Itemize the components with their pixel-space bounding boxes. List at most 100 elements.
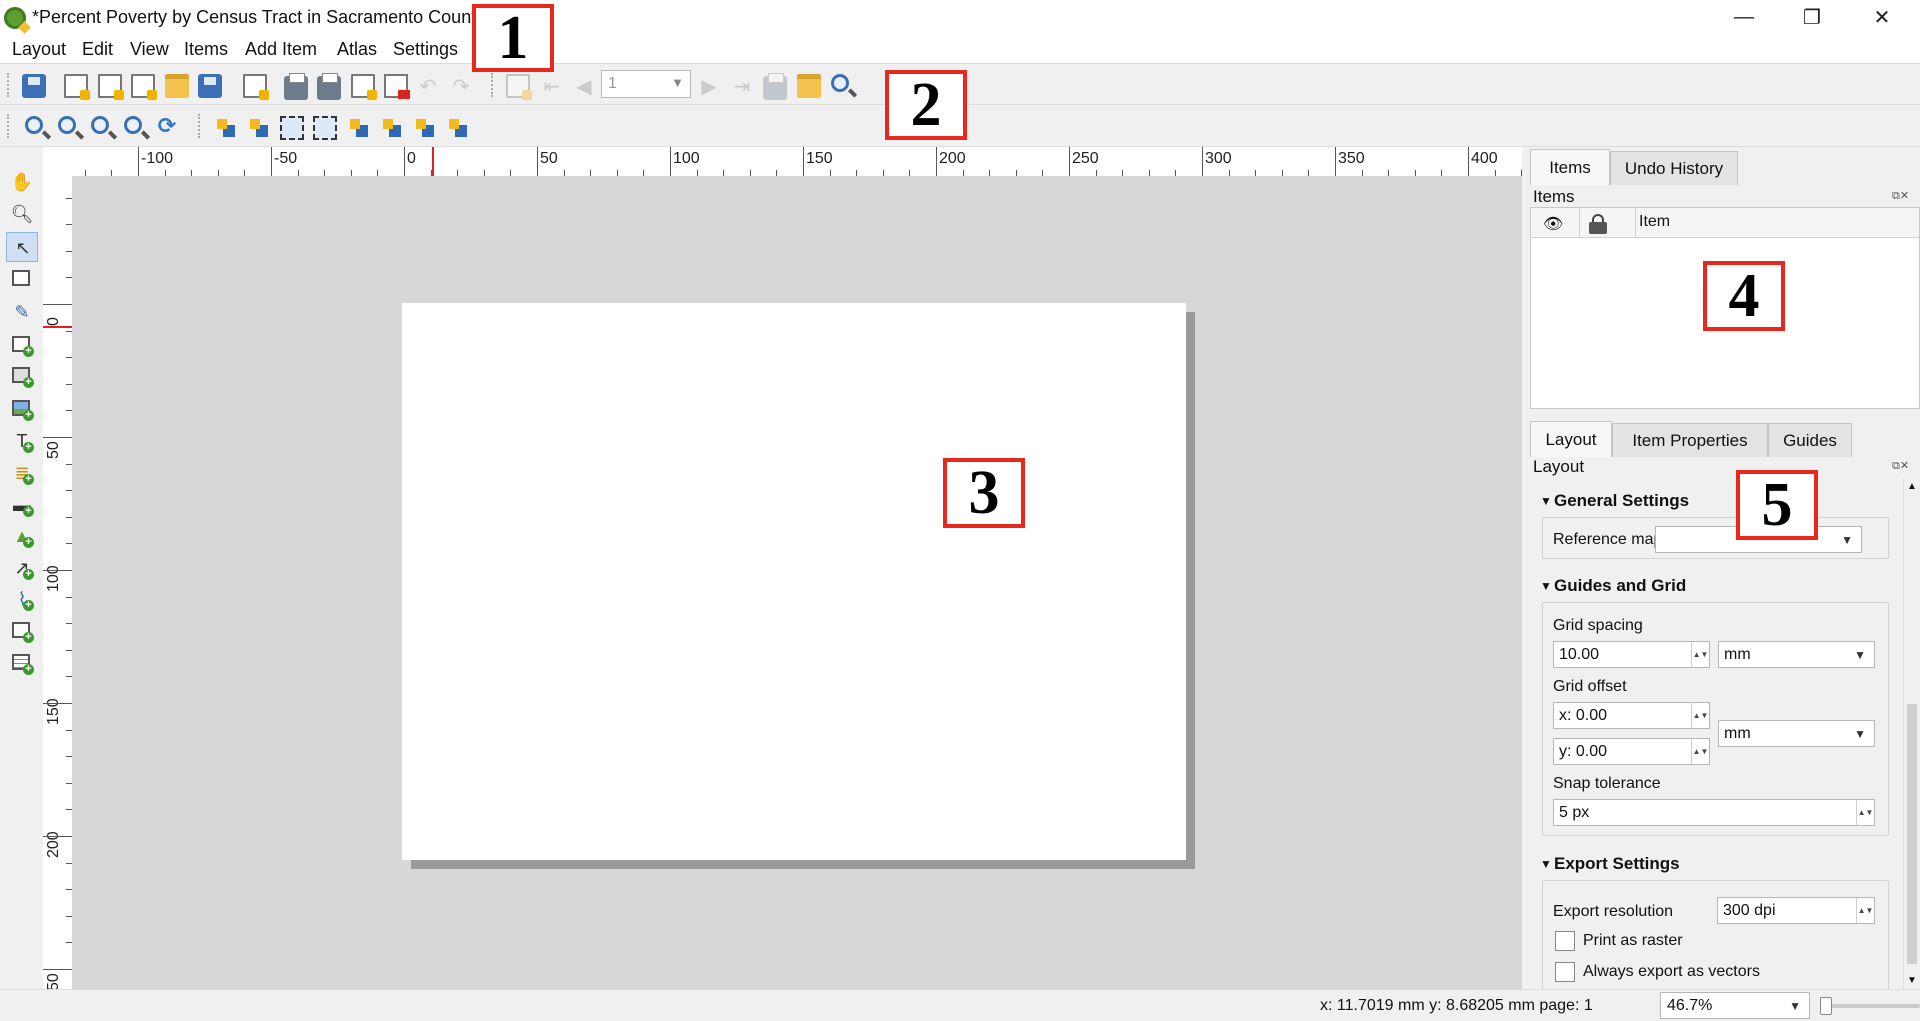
properties-scrollbar[interactable]: ▲ ▼ [1903,479,1920,989]
zoom-tool[interactable]: 🔍︎ [10,202,34,226]
restore-button[interactable]: ❐ [1778,0,1846,34]
raise-items-icon[interactable] [346,115,370,139]
spinbox-arrows-icon[interactable]: ▲▼ [1691,642,1709,667]
lock-icon[interactable] [1589,214,1607,234]
add-label-tool[interactable]: T + [10,429,34,453]
vertical-ruler[interactable]: 0 50 100 150 200 50 [43,176,72,989]
tab-item-properties[interactable]: Item Properties [1612,423,1768,457]
select-move-tool[interactable]: ↖ [6,232,38,262]
export-pdf-icon[interactable] [384,74,410,99]
minimize-button[interactable]: — [1710,0,1778,34]
previous-feature-icon[interactable]: ◀ [572,74,596,98]
eye-icon[interactable]: 👁︎ [1543,214,1563,234]
atlas-page-combo[interactable]: 1 ▼ [601,70,691,98]
grid-offset-x-input[interactable]: x: 0.00 ▲▼ [1553,702,1710,729]
last-feature-icon[interactable]: ⇥ [730,74,754,98]
pan-layout-tool[interactable]: ✋ [10,170,34,194]
page-setup-icon[interactable] [243,74,269,100]
general-settings-header[interactable]: General Settings [1554,491,1689,511]
add-shape-tool[interactable]: ▲ + [10,524,34,548]
scrollbar-thumb[interactable] [1907,704,1917,964]
export-settings-header[interactable]: Export Settings [1554,854,1680,874]
zoom-in-icon[interactable] [25,116,43,134]
tab-guides[interactable]: Guides [1768,423,1852,457]
refresh-icon[interactable]: ⟳ [155,113,179,138]
ungroup-items-icon[interactable] [313,116,337,140]
add-picture-tool[interactable]: + [10,397,34,421]
align-left-icon[interactable] [379,115,403,139]
collapse-triangle-icon[interactable]: ▼ [1540,579,1552,593]
add-legend-tool[interactable]: ≣ + [10,461,34,485]
tab-items[interactable]: Items [1530,149,1610,185]
atlas-preview-icon[interactable] [506,74,532,100]
float-close-icons[interactable]: ⧉✕ [1892,459,1909,473]
tab-layout[interactable]: Layout [1530,421,1612,457]
zoom-combo[interactable]: 46.7% ▼ [1660,992,1810,1019]
collapse-triangle-icon[interactable]: ▼ [1540,494,1552,508]
menu-view[interactable]: View [130,39,169,60]
export-atlas-icon[interactable] [797,74,821,98]
menu-edit[interactable]: Edit [82,39,113,60]
add-scalebar-tool[interactable]: ▬ + [10,493,34,517]
first-feature-icon[interactable]: ⇤ [540,74,564,98]
layout-page[interactable] [402,303,1186,860]
print-as-raster-checkbox[interactable] [1555,931,1575,951]
save-icon[interactable] [22,74,46,98]
grid-spacing-unit-combo[interactable]: mm ▼ [1718,641,1875,668]
toolbar-grip[interactable] [198,114,202,138]
resize-icon[interactable] [445,115,469,139]
undo-icon[interactable]: ↶ [416,74,440,98]
zoom-actual-icon[interactable] [91,116,109,134]
toolbar-grip[interactable] [7,73,11,97]
menu-add-item[interactable]: Add Item [245,39,317,60]
print-icon[interactable] [284,73,308,100]
add-3d-map-tool[interactable]: + [10,364,34,388]
open-template-icon[interactable] [165,74,189,98]
close-button[interactable]: ✕ [1848,0,1916,34]
grid-spacing-input[interactable]: 10.00 ▲▼ [1553,641,1710,668]
menu-items[interactable]: Items [184,39,228,60]
float-close-icons[interactable]: ⧉✕ [1892,189,1909,203]
always-export-vectors-checkbox[interactable] [1555,962,1575,982]
spinbox-arrows-icon[interactable]: ▲▼ [1856,800,1874,825]
add-attribute-table-tool[interactable]: + [10,651,34,675]
zoom-slider[interactable] [1820,997,1920,1015]
add-node-item-tool[interactable]: ⌇ + [10,587,34,611]
menu-layout[interactable]: Layout [12,39,66,60]
snap-tolerance-input[interactable]: 5 px ▲▼ [1553,799,1875,826]
spinbox-arrows-icon[interactable]: ▲▼ [1856,898,1874,923]
atlas-settings-icon[interactable] [831,74,849,92]
distribute-icon[interactable] [412,115,436,139]
menu-atlas[interactable]: Atlas [337,39,377,60]
collapse-triangle-icon[interactable]: ▼ [1540,857,1552,871]
grid-offset-y-input[interactable]: y: 0.00 ▲▼ [1553,738,1710,765]
lock-items-icon[interactable] [213,115,237,139]
group-items-icon[interactable] [280,116,304,140]
export-image-icon[interactable] [317,73,341,100]
scroll-down-icon[interactable]: ▼ [1907,975,1917,986]
zoom-out-icon[interactable] [58,116,76,134]
redo-icon[interactable]: ↷ [449,74,473,98]
edit-nodes-tool[interactable]: ✎ [10,300,34,324]
spinbox-arrows-icon[interactable]: ▲▼ [1691,739,1709,764]
menu-settings[interactable]: Settings [393,39,458,60]
unlock-items-icon[interactable] [246,115,270,139]
add-map-tool[interactable]: + [10,333,34,357]
print-atlas-icon[interactable] [763,73,787,100]
item-column-header[interactable]: Item [1639,213,1670,231]
next-feature-icon[interactable]: ▶ [697,74,721,98]
add-html-tool[interactable]: + [10,619,34,643]
guides-grid-header[interactable]: Guides and Grid [1554,576,1686,596]
save-template-icon[interactable] [198,74,222,98]
new-layout-icon[interactable] [64,74,90,100]
scroll-up-icon[interactable]: ▲ [1907,481,1917,492]
layout-canvas[interactable] [72,176,1522,989]
move-content-tool[interactable] [10,267,34,291]
toolbar-grip[interactable] [7,114,11,138]
grid-offset-unit-combo[interactable]: mm ▼ [1718,720,1875,747]
spinbox-arrows-icon[interactable]: ▲▼ [1691,703,1709,728]
layout-manager-icon[interactable] [131,74,157,100]
add-arrow-tool[interactable]: ↗ + [10,556,34,580]
horizontal-ruler[interactable]: -100 -50 0 50 100 150 200 250 300 350 400 [68,147,1522,176]
export-svg-icon[interactable] [351,74,377,100]
